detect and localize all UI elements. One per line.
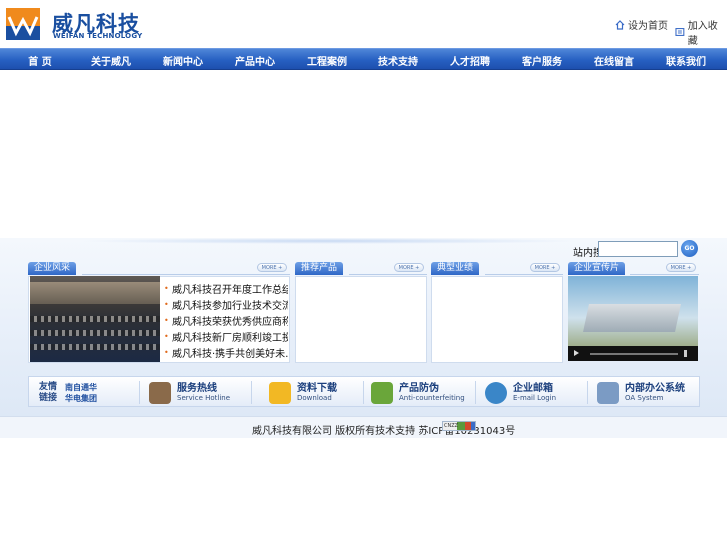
service-subtitle: E-mail Login xyxy=(513,393,557,402)
site-header: 威凡科技 WEIFAN TECHNOLOGY 设为首页 加入收藏 xyxy=(0,0,727,48)
service-title: 内部办公系统 xyxy=(625,382,685,394)
volume-icon[interactable] xyxy=(684,350,692,357)
news-title: 威凡科技·携手共创美好未… xyxy=(172,348,288,360)
photo-audience-row xyxy=(30,316,160,322)
products-panel: 推荐产品 MORE + xyxy=(295,262,427,363)
download-icon xyxy=(269,381,291,404)
cases-more-button[interactable]: MORE + xyxy=(530,263,560,272)
service-title: 服务热线 xyxy=(177,382,217,394)
partner-link-nanzi[interactable]: 南自通华 xyxy=(65,382,97,393)
nav-item-service[interactable]: 客户服务 xyxy=(516,53,568,68)
oa-system-button[interactable]: 内部办公系统 OA System xyxy=(597,377,697,408)
search-go-button[interactable]: GO xyxy=(681,240,698,257)
nav-item-jobs[interactable]: 人才招聘 xyxy=(444,53,496,68)
cnzz-badge[interactable]: CNZZ xyxy=(442,421,476,431)
company-photo[interactable] xyxy=(30,276,160,362)
partner-link-huadian[interactable]: 华电集团 xyxy=(65,393,97,404)
nav-item-about[interactable]: 关于威凡 xyxy=(85,53,137,68)
service-subtitle: Download xyxy=(297,393,332,402)
email-icon xyxy=(485,381,507,404)
news-title: 威凡科技参加行业技术交流… xyxy=(172,300,288,312)
nav-item-contact[interactable]: 联系我们 xyxy=(660,53,712,68)
service-title: 企业邮箱 xyxy=(513,382,553,394)
company-tab[interactable]: 企业风采 xyxy=(28,262,77,275)
home-icon xyxy=(615,19,625,30)
friend-links: 友情 链接 南自通华 华电集团 xyxy=(39,377,139,408)
bullet-icon: • xyxy=(164,331,169,341)
nav-item-support[interactable]: 技术支持 xyxy=(372,53,424,68)
service-title: 资料下载 xyxy=(297,382,337,394)
cases-box xyxy=(431,276,563,363)
products-box xyxy=(295,276,427,363)
brand-name-english: WEIFAN TECHNOLOGY xyxy=(53,32,143,40)
panel-divider xyxy=(349,274,427,275)
nav-item-message[interactable]: 在线留言 xyxy=(588,53,640,68)
news-title: 威凡科技召开年度工作总结… xyxy=(172,284,288,296)
video-building-image xyxy=(583,304,681,332)
email-login-button[interactable]: 企业邮箱 E-mail Login xyxy=(485,377,585,408)
products-more-button[interactable]: MORE + xyxy=(394,263,424,272)
video-more-button[interactable]: MORE + xyxy=(666,263,696,272)
nav-item-news[interactable]: 新闻中心 xyxy=(157,53,209,68)
list-item[interactable]: • 威凡科技·携手共创美好未… xyxy=(164,344,288,360)
bullet-icon: • xyxy=(164,347,169,357)
news-title: 威凡科技荣获优秀供应商称… xyxy=(172,316,288,328)
nav-item-cases[interactable]: 工程案例 xyxy=(301,53,353,68)
panel-divider xyxy=(630,274,699,275)
phone-operator-icon xyxy=(149,381,171,404)
bullet-icon: • xyxy=(164,283,169,293)
set-homepage-link[interactable]: 设为首页 xyxy=(615,17,668,32)
cases-tab[interactable]: 典型业绩 xyxy=(431,262,480,275)
service-hotline-button[interactable]: 服务热线 Service Hotline xyxy=(149,377,259,408)
service-strip: 友情 链接 南自通华 华电集团 服务热线 Service Hotline 资料下… xyxy=(28,376,700,407)
list-item[interactable]: •威凡科技召开年度工作总结… xyxy=(164,280,288,296)
service-subtitle: OA System xyxy=(625,393,664,402)
list-item[interactable]: •威凡科技参加行业技术交流… xyxy=(164,296,288,312)
news-list: •威凡科技召开年度工作总结… •威凡科技参加行业技术交流… •威凡科技荣获优秀供… xyxy=(164,280,288,360)
service-subtitle: Anti-counterfeiting xyxy=(399,393,465,402)
add-favorite-label: 加入收藏 xyxy=(687,21,718,47)
company-more-button[interactable]: MORE + xyxy=(257,263,287,272)
divider xyxy=(475,381,476,404)
nav-item-home[interactable]: 首 页 xyxy=(14,53,66,68)
video-tab[interactable]: 企业宣传片 xyxy=(568,262,626,275)
computer-icon xyxy=(597,381,619,404)
photo-audience-row xyxy=(30,344,160,350)
footer: 威凡科技有限公司 版权所有技术支持 苏ICP备10231043号 CNZZ xyxy=(0,416,727,438)
photo-stage xyxy=(30,282,160,304)
friend-links-label: 链接 xyxy=(39,392,58,403)
service-subtitle: Service Hotline xyxy=(177,393,231,402)
add-favorite-link[interactable]: 加入收藏 xyxy=(675,17,727,47)
divider xyxy=(251,381,252,404)
banner-area xyxy=(0,70,727,242)
anti-counterfeit-button[interactable]: 产品防伪 Anti-counterfeiting xyxy=(371,377,481,408)
panel-divider xyxy=(485,274,563,275)
friend-links-label: 友情 xyxy=(39,381,58,392)
set-homepage-label: 设为首页 xyxy=(628,21,668,32)
logo-icon[interactable] xyxy=(6,8,40,40)
service-title: 产品防伪 xyxy=(399,382,439,394)
list-item[interactable]: •威凡科技荣获优秀供应商称… xyxy=(164,312,288,328)
cases-panel: 典型业绩 MORE + xyxy=(431,262,563,363)
main-nav: 首 页 关于威凡 新闻中心 产品中心 工程案例 技术支持 人才招聘 客户服务 在… xyxy=(0,48,727,70)
photo-audience-row xyxy=(30,330,160,336)
video-player[interactable] xyxy=(568,276,698,361)
list-item[interactable]: •威凡科技新厂房顺利竣工投… xyxy=(164,328,288,344)
news-title: 威凡科技新厂房顺利竣工投… xyxy=(172,332,288,344)
divider xyxy=(587,381,588,404)
video-progress-bar[interactable] xyxy=(590,353,678,355)
search-input[interactable] xyxy=(598,241,678,257)
content-highlight xyxy=(80,238,580,244)
bookmark-icon xyxy=(675,28,685,36)
nav-item-products[interactable]: 产品中心 xyxy=(229,53,281,68)
divider xyxy=(363,381,364,404)
anti-fake-icon xyxy=(371,381,393,404)
products-tab[interactable]: 推荐产品 xyxy=(295,262,344,275)
download-button[interactable]: 资料下载 Download xyxy=(269,377,369,408)
bullet-icon: • xyxy=(164,299,169,309)
play-icon[interactable] xyxy=(574,350,579,356)
divider xyxy=(139,381,140,404)
panel-divider xyxy=(82,274,290,275)
bullet-icon: • xyxy=(164,315,169,325)
